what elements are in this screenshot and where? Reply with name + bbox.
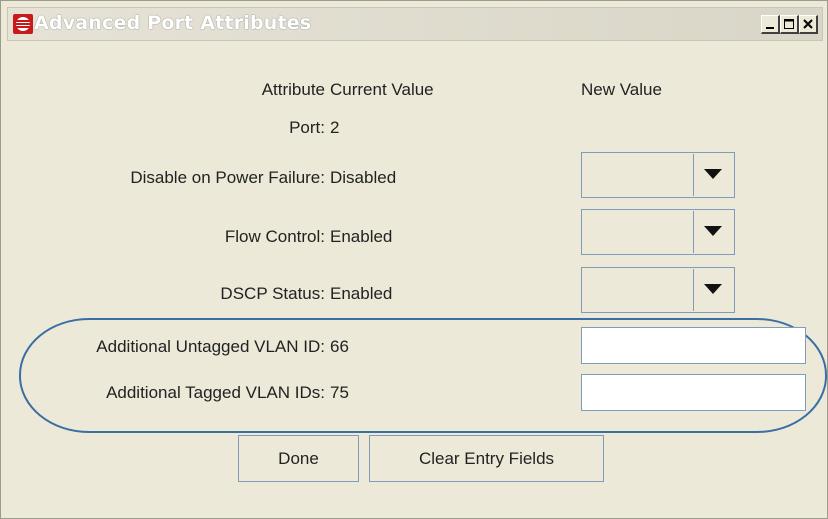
additional-tagged-vlan-ids-current-value: 75 (330, 383, 349, 402)
minimize-button[interactable] (761, 15, 780, 34)
window-title: Advanced Port Attributes (34, 12, 312, 34)
app-icon (13, 14, 33, 34)
chevron-down-icon (704, 284, 722, 294)
maximize-icon (784, 19, 794, 29)
flow-control-dropdown-arrow[interactable] (694, 210, 734, 254)
maximize-button[interactable] (780, 15, 799, 34)
additional-untagged-vlan-id-input[interactable] (581, 327, 806, 364)
dscp-status-dropdown-arrow[interactable] (694, 268, 734, 312)
flow-control-dropdown[interactable] (581, 209, 735, 255)
disable-on-power-failure-label: Disable on Power Failure: (130, 168, 325, 187)
current-value-column-header: Current Value (330, 80, 434, 99)
new-value-column-header: New Value (581, 80, 662, 99)
additional-tagged-vlan-ids-input[interactable] (581, 374, 806, 411)
chevron-down-icon (704, 169, 722, 179)
additional-untagged-vlan-id-label: Additional Untagged VLAN ID: (96, 337, 325, 356)
dscp-status-dropdown[interactable] (581, 267, 735, 313)
disable-on-power-failure-dropdown-value (583, 154, 694, 196)
port-label: Port: (289, 118, 325, 137)
port-value: 2 (330, 118, 340, 137)
attribute-column-header: Attribute (261, 80, 325, 99)
close-icon (803, 19, 813, 29)
disable-on-power-failure-dropdown-arrow[interactable] (694, 153, 734, 197)
dscp-status-dropdown-value (583, 269, 694, 311)
additional-tagged-vlan-ids-label: Additional Tagged VLAN IDs: (106, 383, 325, 402)
dscp-status-current-value: Enabled (330, 284, 393, 303)
title-bar[interactable]: Advanced Port Attributes (7, 7, 823, 41)
additional-untagged-vlan-id-current-value: 66 (330, 337, 349, 356)
flow-control-dropdown-value (583, 211, 694, 253)
dscp-status-label: DSCP Status: (220, 284, 325, 303)
done-button[interactable]: Done (238, 435, 359, 482)
flow-control-label: Flow Control: (224, 227, 325, 246)
disable-on-power-failure-current-value: Disabled (330, 168, 397, 187)
advanced-port-attributes-window: Advanced Port Attributes Attribute Curre… (0, 0, 828, 519)
chevron-down-icon (704, 226, 722, 236)
disable-on-power-failure-dropdown[interactable] (581, 152, 735, 198)
minimize-icon (766, 27, 774, 29)
clear-entry-fields-button[interactable]: Clear Entry Fields (369, 435, 604, 482)
close-button[interactable] (799, 15, 818, 34)
flow-control-current-value: Enabled (330, 227, 393, 246)
